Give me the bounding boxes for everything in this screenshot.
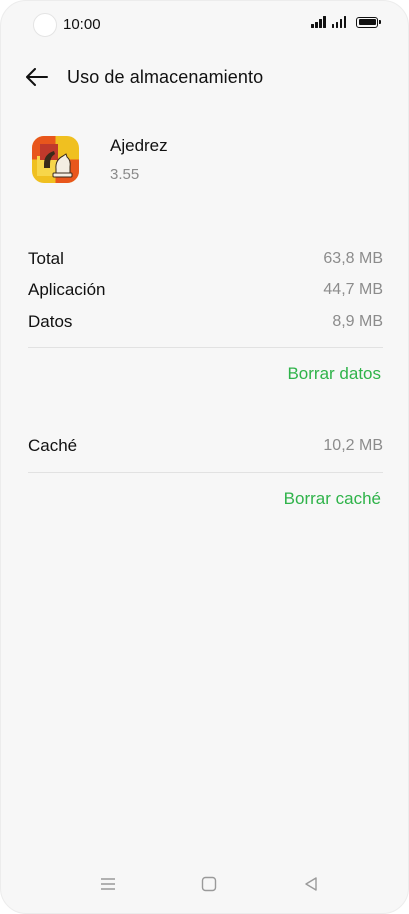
home-button[interactable] [198,873,220,895]
storage-row-app: Aplicación 44,7 MB [28,276,383,304]
signal-icon [311,16,326,28]
clear-cache-button[interactable]: Borrar caché [284,489,381,509]
row-label: Total [28,249,64,268]
app-name: Ajedrez [110,136,168,155]
app-bar: Uso de almacenamiento [1,59,408,95]
page-title: Uso de almacenamiento [67,67,264,87]
status-bar: 10:00 [1,1,408,47]
row-label: Caché [28,436,78,455]
status-icons [311,16,381,28]
arrow-left-icon [26,68,48,86]
chess-app-icon [32,136,79,183]
status-time: 10:00 [63,16,101,33]
navigation-bar [1,853,408,913]
row-value: 8,9 MB [332,313,383,330]
row-label: Datos [28,312,73,331]
app-version: 3.55 [110,166,140,183]
row-value: 44,7 MB [323,281,383,298]
clear-data-button[interactable]: Borrar datos [287,364,381,384]
back-button[interactable] [23,63,51,91]
back-triangle-icon [305,877,317,891]
row-label: Aplicación [28,280,106,299]
battery-icon [356,16,381,28]
row-value: 10,2 MB [323,437,383,454]
row-value: 63,8 MB [323,250,383,267]
front-camera [33,13,57,37]
divider [28,347,383,348]
menu-button[interactable] [97,873,119,895]
storage-row-data: Datos 8,9 MB [28,308,383,336]
storage-row-total: Total 63,8 MB [28,245,383,273]
menu-icon [101,878,115,890]
signal-icon [331,16,346,28]
cache-row: Caché 10,2 MB [28,432,383,460]
divider [28,472,383,473]
nav-back-button[interactable] [300,873,322,895]
home-icon [201,876,217,892]
phone-screen: 10:00 Uso de almacenamiento Ajedrez 3.55… [0,0,409,914]
